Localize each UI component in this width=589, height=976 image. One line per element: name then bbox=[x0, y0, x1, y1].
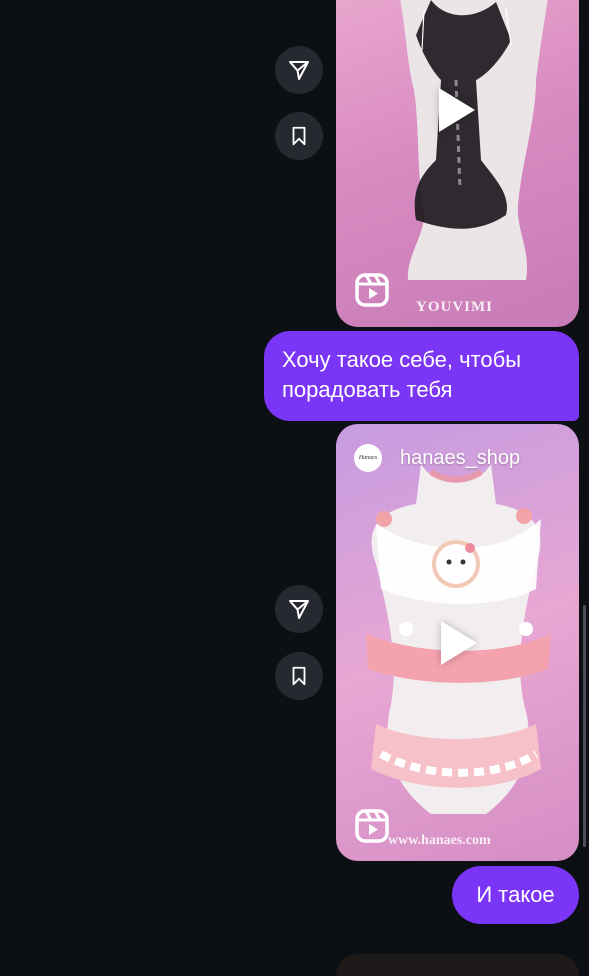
reel-watermark: www.hanaes.com bbox=[388, 833, 491, 848]
reels-icon bbox=[355, 273, 389, 307]
reel-watermark: YOUVIMI bbox=[416, 299, 493, 315]
bookmark-icon bbox=[292, 126, 306, 146]
play-icon[interactable] bbox=[439, 88, 475, 132]
message-bubble[interactable]: Хочу такое себе, чтобы порадовать тебя bbox=[264, 331, 579, 421]
share-button[interactable] bbox=[275, 585, 323, 633]
message-bubble[interactable]: И такое bbox=[452, 866, 579, 924]
reel-message[interactable]: YOUVIMI bbox=[336, 0, 579, 327]
reel-message[interactable]: Hanaes hanaes_shop www.hanaes.com bbox=[336, 424, 579, 861]
paper-plane-icon bbox=[289, 600, 309, 619]
save-button[interactable] bbox=[275, 652, 323, 700]
reels-icon bbox=[355, 809, 389, 843]
username[interactable]: hanaes_shop bbox=[400, 447, 520, 470]
avatar[interactable]: Hanaes bbox=[354, 444, 382, 472]
paper-plane-icon bbox=[289, 61, 309, 80]
bookmark-icon bbox=[292, 666, 306, 686]
chat-thread: YOUVIMI Хочу такое себе, чтобы порадоват… bbox=[0, 0, 589, 976]
share-button[interactable] bbox=[275, 46, 323, 94]
play-icon[interactable] bbox=[441, 621, 477, 665]
scrollbar[interactable] bbox=[583, 605, 586, 847]
reel-message[interactable] bbox=[336, 954, 579, 976]
reel-author[interactable]: Hanaes hanaes_shop bbox=[354, 444, 520, 472]
save-button[interactable] bbox=[275, 112, 323, 160]
